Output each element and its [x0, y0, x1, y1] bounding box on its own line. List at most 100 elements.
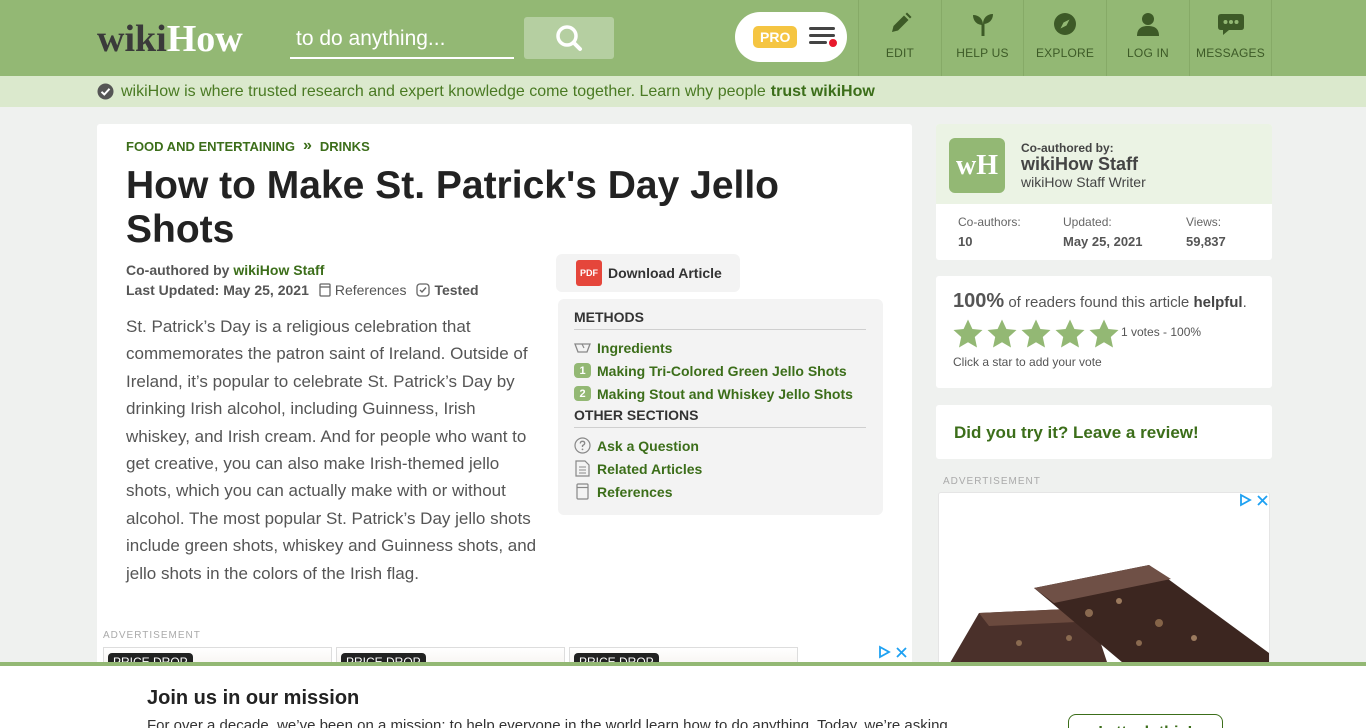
- wikihow-logo[interactable]: wikiHow: [97, 17, 243, 61]
- download-article-button[interactable]: PDF Download Article: [556, 254, 740, 292]
- stat-value: 59,837: [1186, 234, 1226, 249]
- user-icon: [1134, 10, 1162, 38]
- tested-link[interactable]: Tested: [416, 282, 479, 298]
- author-stats: Co-authors: 10 Updated: May 25, 2021 Vie…: [936, 204, 1272, 260]
- search-input[interactable]: [290, 22, 514, 56]
- question-icon: [574, 437, 591, 454]
- avatar[interactable]: wH: [949, 138, 1005, 193]
- sprout-icon: [969, 10, 997, 38]
- toc-other-heading: OTHER SECTIONS: [574, 407, 866, 428]
- toc-item-references[interactable]: References: [574, 480, 867, 503]
- bookmark-icon: [574, 483, 591, 500]
- vote-count: 1 votes - 100%: [1121, 325, 1202, 339]
- nav-help-us[interactable]: HELP US: [941, 0, 1023, 76]
- stat-value: May 25, 2021: [1063, 234, 1143, 249]
- rating-card: 100% of readers found this article helpf…: [936, 276, 1272, 388]
- nav-log-in-label: LOG IN: [1127, 46, 1169, 60]
- leave-review-link[interactable]: Did you try it? Leave a review!: [954, 423, 1199, 443]
- star-icon[interactable]: [952, 318, 984, 350]
- nav-explore[interactable]: EXPLORE: [1023, 0, 1106, 76]
- method-number-badge: 1: [574, 363, 591, 378]
- toc-item-label: Ask a Question: [597, 437, 699, 454]
- last-updated-label: Last Updated:: [126, 282, 220, 298]
- nav-edit[interactable]: EDIT: [858, 0, 941, 76]
- stat-label: Views:: [1186, 215, 1222, 229]
- toc-item-stout-whiskey[interactable]: 2 Making Stout and Whiskey Jello Shots: [574, 382, 867, 405]
- author-card-header: wH Co-authored by: wikiHow Staff wikiHow…: [936, 124, 1272, 204]
- stat-views: Views: 59,837: [1186, 215, 1226, 249]
- compass-icon: [1051, 10, 1079, 38]
- nav-messages-label: MESSAGES: [1196, 46, 1265, 60]
- breadcrumb: FOOD AND ENTERTAINING » DRINKS: [126, 137, 370, 155]
- author-role: wikiHow Staff Writer: [1021, 174, 1146, 190]
- pro-menu-button[interactable]: PRO: [735, 12, 847, 62]
- notification-dot: [827, 37, 840, 49]
- toc-item-ingredients[interactable]: Ingredients: [574, 336, 867, 359]
- toc-item-label: Making Stout and Whiskey Jello Shots: [597, 385, 853, 402]
- pro-badge: PRO: [753, 26, 798, 48]
- toc-item-tri-colored[interactable]: 1 Making Tri-Colored Green Jello Shots: [574, 359, 867, 382]
- side-ad-label: ADVERTISEMENT: [943, 476, 1041, 487]
- helpful-period: .: [1242, 294, 1247, 311]
- logo-wiki-text: wiki: [97, 18, 167, 60]
- site-header: wikiHow PRO EDIT HELP US EXPLORE LOG: [0, 0, 1366, 76]
- mission-button[interactable]: I attach this!: [1068, 714, 1223, 728]
- nav-log-in[interactable]: LOG IN: [1106, 0, 1189, 76]
- helpful-word: helpful: [1193, 294, 1243, 311]
- stat-label: Updated:: [1063, 215, 1112, 229]
- trust-bar: wikiHow is where trusted research and ex…: [0, 76, 1366, 107]
- star-icon[interactable]: [986, 318, 1018, 350]
- byline-prefix: Co-authored by: [126, 262, 230, 278]
- close-icon: [896, 646, 907, 658]
- breadcrumb-separator: »: [303, 137, 312, 154]
- breadcrumb-drinks[interactable]: DRINKS: [320, 139, 370, 154]
- star-icon[interactable]: [1020, 318, 1052, 350]
- nav-messages[interactable]: MESSAGES: [1189, 0, 1272, 76]
- nav-explore-label: EXPLORE: [1035, 46, 1095, 60]
- references-link[interactable]: References: [319, 282, 407, 298]
- author-name-link[interactable]: wikiHow Staff: [1021, 154, 1138, 175]
- toc-methods-heading: METHODS: [574, 309, 866, 330]
- logo-how-text: How: [166, 18, 243, 60]
- bookmark-icon: [319, 283, 331, 297]
- stat-label: Co-authors:: [958, 215, 1021, 229]
- author-card: wH Co-authored by: wikiHow Staff wikiHow…: [936, 124, 1272, 260]
- review-card: Did you try it? Leave a review!: [936, 405, 1272, 459]
- table-of-contents: METHODS Ingredients 1 Making Tri-Colored…: [558, 299, 883, 515]
- verified-check-icon: [97, 83, 114, 100]
- search-icon: [556, 25, 582, 51]
- search-button[interactable]: [524, 17, 614, 59]
- last-updated-date: May 25, 2021: [223, 282, 309, 298]
- ad-label: ADVERTISEMENT: [103, 630, 201, 641]
- byline-author-link[interactable]: wikiHow Staff: [233, 262, 324, 278]
- tested-check-icon: [416, 283, 431, 297]
- toc-item-related-articles[interactable]: Related Articles: [574, 457, 867, 480]
- references-label: References: [334, 282, 407, 298]
- stat-value: 10: [958, 234, 973, 249]
- chocolate-bar-image: [948, 565, 1269, 666]
- breadcrumb-food-and-entertaining[interactable]: FOOD AND ENTERTAINING: [126, 139, 295, 154]
- pdf-icon: PDF: [576, 260, 602, 286]
- toc-item-label: Related Articles: [597, 460, 703, 477]
- tested-label: Tested: [434, 282, 479, 298]
- star-icon[interactable]: [1054, 318, 1086, 350]
- byline: Co-authored by wikiHow Staff: [126, 262, 324, 278]
- pencil-icon: [886, 10, 914, 38]
- article-title: How to Make St. Patrick's Day Jello Shot…: [126, 164, 780, 251]
- toc-item-label: Making Tri-Colored Green Jello Shots: [597, 362, 847, 379]
- star-rating[interactable]: [952, 318, 1120, 350]
- stat-coauthors: Co-authors: 10: [958, 215, 1021, 249]
- side-ad[interactable]: [938, 492, 1270, 667]
- article-card: FOOD AND ENTERTAINING » DRINKS How to Ma…: [97, 124, 912, 684]
- nav-help-us-label: HELP US: [956, 46, 1009, 60]
- chat-bubble-icon: [1217, 10, 1245, 38]
- mission-banner: Join us in our mission For over a decade…: [0, 662, 1366, 728]
- toc-item-ask-question[interactable]: Ask a Question: [574, 434, 867, 457]
- download-article-label: Download Article: [608, 265, 722, 281]
- bowl-icon: [574, 339, 591, 356]
- trust-wikihow-link[interactable]: trust wikiHow: [771, 83, 875, 101]
- article-meta: Last Updated: May 25, 2021 References Te…: [126, 282, 479, 298]
- method-number-badge: 2: [574, 386, 591, 401]
- star-icon[interactable]: [1088, 318, 1120, 350]
- toc-item-label: References: [597, 483, 673, 500]
